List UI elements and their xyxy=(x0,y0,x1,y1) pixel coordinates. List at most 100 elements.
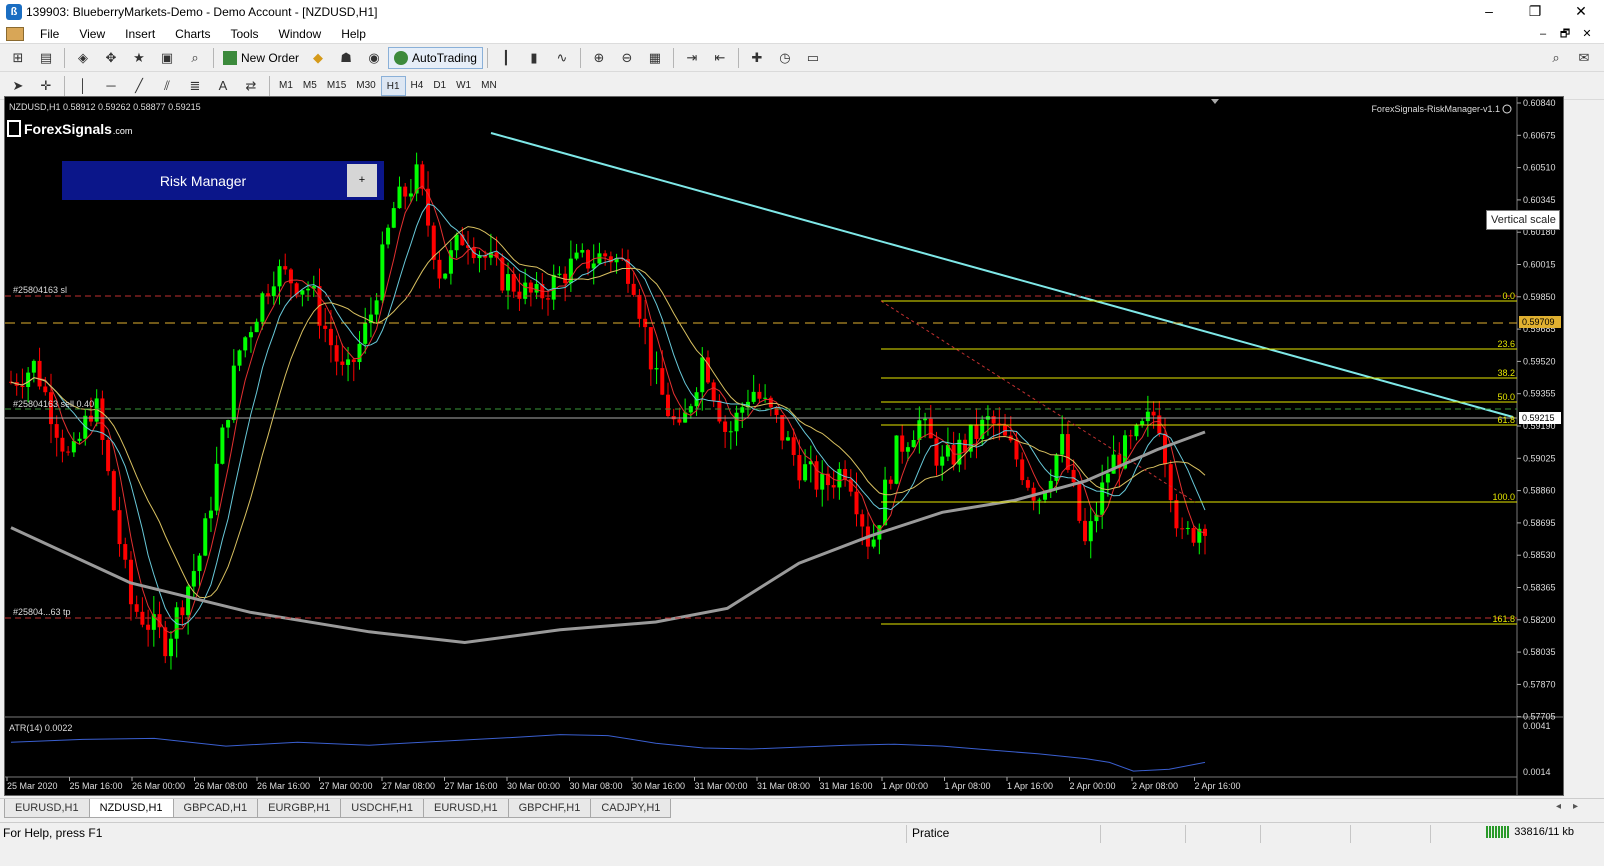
bar-chart-icon[interactable]: ┃ xyxy=(494,47,518,69)
menu-file[interactable]: File xyxy=(30,27,69,41)
candle-body xyxy=(694,392,699,407)
mdi-restore-button[interactable]: 🗗 xyxy=(1554,24,1576,44)
tab-eurusd-2[interactable]: EURUSD,H1 xyxy=(423,799,509,818)
time-label: 30 Mar 16:00 xyxy=(632,781,685,791)
menu-help[interactable]: Help xyxy=(331,27,376,41)
candle-body xyxy=(700,357,705,393)
cursor-icon[interactable]: ➤ xyxy=(6,75,30,97)
zoom-in-icon[interactable]: ⊕ xyxy=(587,47,611,69)
menu-view[interactable]: View xyxy=(69,27,115,41)
taskbar-strip xyxy=(0,844,1604,866)
mdi-minimize-button[interactable]: – xyxy=(1532,24,1554,44)
templates-icon[interactable]: ▭ xyxy=(801,47,825,69)
indicators-icon[interactable]: ✚ xyxy=(745,47,769,69)
periods-icon[interactable]: ◷ xyxy=(773,47,797,69)
mdi-close-button[interactable]: ✕ xyxy=(1576,24,1598,44)
strategy-tester-icon[interactable]: ⌕ xyxy=(183,47,207,69)
chart-shift-marker[interactable] xyxy=(1211,99,1219,104)
new-order-button[interactable]: New Order xyxy=(218,47,304,69)
connection-status[interactable]: 33816/11 kb xyxy=(1486,826,1574,838)
new-chart-icon[interactable]: ⊞ xyxy=(6,47,30,69)
candle-body xyxy=(711,382,716,401)
candle-body xyxy=(677,419,682,423)
timeframe-m15[interactable]: M15 xyxy=(322,76,351,96)
chart-tabs: EURUSD,H1 NZDUSD,H1 GBPCAD,H1 EURGBP,H1 … xyxy=(0,798,1604,820)
risk-manager-plus-button[interactable]: + xyxy=(347,164,377,197)
candle-body xyxy=(403,186,408,197)
time-label: 26 Mar 08:00 xyxy=(195,781,248,791)
tab-nzdusd[interactable]: NZDUSD,H1 xyxy=(88,799,174,818)
ma-fast-line xyxy=(10,185,1206,634)
candlestick-icon[interactable]: ▮ xyxy=(522,47,546,69)
candle-body xyxy=(660,368,665,395)
signals-icon[interactable]: ◉ xyxy=(362,47,386,69)
autotrading-button[interactable]: AutoTrading xyxy=(388,46,483,69)
menu-window[interactable]: Window xyxy=(269,27,332,41)
arrows-icon[interactable]: ⇄ xyxy=(239,75,263,97)
close-button[interactable]: ✕ xyxy=(1558,0,1604,24)
trendline[interactable] xyxy=(490,132,1514,418)
auto-scroll-icon[interactable]: ⇥ xyxy=(680,47,704,69)
window-title: 139903: BlueberryMarkets-Demo - Demo Acc… xyxy=(26,5,378,19)
time-label: 25 Mar 2020 xyxy=(7,781,58,791)
candle-body xyxy=(631,283,636,295)
vertical-line-icon[interactable]: │ xyxy=(71,75,95,97)
status-separator xyxy=(1100,825,1101,843)
minimize-button[interactable]: – xyxy=(1466,0,1512,24)
restore-button[interactable]: ❐ xyxy=(1512,0,1558,24)
price-label: 0.59025 xyxy=(1523,453,1556,463)
experts-icon[interactable]: ☗ xyxy=(334,47,358,69)
candle-body xyxy=(1105,473,1110,483)
time-label: 27 Mar 08:00 xyxy=(382,781,435,791)
price-label: 0.59355 xyxy=(1523,389,1556,399)
timeframe-h1[interactable]: H1 xyxy=(380,75,406,96)
text-icon[interactable]: A xyxy=(211,75,235,97)
line-chart-icon[interactable]: ∿ xyxy=(550,47,574,69)
trendline-icon[interactable]: ╱ xyxy=(127,75,151,97)
tab-cadjpy[interactable]: CADJPY,H1 xyxy=(590,799,672,818)
chart-shift-icon[interactable]: ⇤ xyxy=(708,47,732,69)
timeframe-m30[interactable]: M30 xyxy=(351,76,380,96)
menu-charts[interactable]: Charts xyxy=(165,27,220,41)
horizontal-line-icon[interactable]: ─ xyxy=(99,75,123,97)
timeframe-m5[interactable]: M5 xyxy=(298,76,322,96)
timeframe-m1[interactable]: M1 xyxy=(274,76,298,96)
navigator-icon[interactable]: ★ xyxy=(127,47,151,69)
candle-body xyxy=(900,435,905,452)
timeframe-d1[interactable]: D1 xyxy=(428,76,451,96)
tab-eurgbp[interactable]: EURGBP,H1 xyxy=(257,799,342,818)
window-controls: – ❐ ✕ xyxy=(1466,0,1604,24)
terminal-icon[interactable]: ▣ xyxy=(155,47,179,69)
search-icon[interactable]: ⌕ xyxy=(1544,47,1568,69)
chat-icon[interactable]: ✉ xyxy=(1572,47,1596,69)
channel-icon[interactable]: ⫽ xyxy=(155,75,179,97)
time-label: 31 Mar 00:00 xyxy=(695,781,748,791)
chart-canvas[interactable]: #25804163 sl #25804163 sell 0.40 #25804...… xyxy=(5,97,1563,795)
timeframe-w1[interactable]: W1 xyxy=(451,76,476,96)
profiles-icon[interactable]: ▤ xyxy=(34,47,58,69)
tab-scroll-arrows[interactable]: ◂▸ xyxy=(1556,801,1590,812)
risk-manager-button[interactable]: Risk Manager xyxy=(62,161,344,200)
data-window-icon[interactable]: ✥ xyxy=(99,47,123,69)
time-label: 30 Mar 08:00 xyxy=(570,781,623,791)
chart-window-icon[interactable] xyxy=(6,26,24,41)
metaeditor-icon[interactable]: ◆ xyxy=(306,47,330,69)
fibonacci-icon[interactable]: ≣ xyxy=(183,75,207,97)
tab-gbpcad[interactable]: GBPCAD,H1 xyxy=(172,799,259,818)
market-watch-icon[interactable]: ◈ xyxy=(71,47,95,69)
menu-tools[interactable]: Tools xyxy=(221,27,269,41)
timeframe-mn[interactable]: MN xyxy=(476,76,502,96)
crosshair-icon[interactable]: ✛ xyxy=(34,75,58,97)
price-chart[interactable]: #25804163 sl #25804163 sell 0.40 #25804...… xyxy=(4,96,1564,796)
candle-body xyxy=(751,391,756,402)
price-label: 0.59520 xyxy=(1523,356,1556,366)
tab-gbpchf[interactable]: GBPCHF,H1 xyxy=(507,799,592,818)
zoom-out-icon[interactable]: ⊖ xyxy=(615,47,639,69)
timeframe-h4[interactable]: H4 xyxy=(406,76,429,96)
candle-body xyxy=(31,360,36,373)
menu-insert[interactable]: Insert xyxy=(115,27,165,41)
tile-windows-icon[interactable]: ▦ xyxy=(643,47,667,69)
sell-label: #25804163 sell 0.40 xyxy=(13,399,94,409)
tab-usdchf[interactable]: USDCHF,H1 xyxy=(340,799,424,818)
tab-eurusd[interactable]: EURUSD,H1 xyxy=(4,799,90,818)
